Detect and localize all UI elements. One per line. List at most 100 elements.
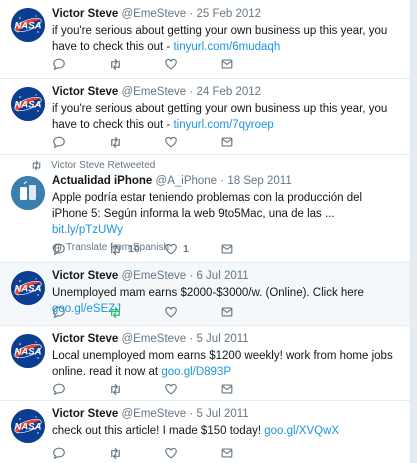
avatar[interactable]: [11, 271, 45, 305]
separator: ·: [189, 8, 194, 20]
like-button[interactable]: [164, 446, 220, 460]
direct-message-button[interactable]: [220, 242, 234, 256]
like-icon: [164, 57, 178, 71]
like-button[interactable]: [164, 135, 220, 149]
like-icon: [164, 446, 178, 460]
separator: ·: [189, 270, 194, 282]
tweet[interactable]: Victor Steve @EmeSteve · 24 Feb 2012 if …: [0, 79, 410, 155]
separator: ·: [189, 86, 194, 98]
like-button[interactable]: 1: [164, 242, 220, 256]
nasa-logo-icon: [11, 409, 45, 443]
retweet-button[interactable]: [108, 57, 164, 72]
retweet-button[interactable]: 10: [108, 242, 164, 257]
tweet-date[interactable]: 24 Feb 2012: [196, 86, 261, 98]
message-icon: [220, 305, 234, 319]
tweet[interactable]: Victor Steve @EmeSteve · 25 Feb 2012 if …: [0, 0, 410, 79]
tweet-text: check out this article! I made $150 toda…: [52, 423, 400, 439]
retweet-icon: [30, 159, 43, 172]
reply-icon: [52, 382, 66, 396]
direct-message-button[interactable]: [220, 446, 234, 460]
author-handle[interactable]: @EmeSteve: [121, 333, 186, 345]
reply-button[interactable]: [52, 446, 108, 460]
tweet-link[interactable]: bit.ly/pTzUWy: [52, 224, 123, 236]
separator: ·: [189, 408, 194, 420]
tweet-link[interactable]: goo.gl/XVQwX: [264, 425, 339, 437]
like-icon: [164, 305, 178, 319]
reply-button[interactable]: [52, 242, 108, 256]
avatar[interactable]: [11, 334, 45, 368]
tweet[interactable]: Victor Steve @EmeSteve · 6 Jul 2011 Unem…: [0, 263, 410, 326]
retweet-icon: [108, 446, 123, 461]
retweet-button[interactable]: [108, 305, 164, 320]
like-count: 1: [183, 243, 189, 255]
like-icon: [164, 135, 178, 149]
tweet-body: Unemployed mam earns $2000-$3000/w. (Onl…: [52, 287, 364, 299]
like-icon: [164, 382, 178, 396]
author-handle[interactable]: @A_iPhone: [156, 175, 218, 187]
author-handle[interactable]: @EmeSteve: [121, 8, 186, 20]
direct-message-button[interactable]: [220, 135, 234, 149]
nasa-logo-icon: [11, 8, 45, 42]
tweet-date[interactable]: 18 Sep 2011: [227, 175, 291, 187]
message-icon: [220, 382, 234, 396]
avatar[interactable]: [11, 87, 45, 121]
author-name[interactable]: Victor Steve: [52, 333, 118, 345]
author-name[interactable]: Victor Steve: [52, 86, 118, 98]
tweet-timeline: Victor Steve @EmeSteve · 25 Feb 2012 if …: [0, 0, 411, 463]
reply-icon: [52, 305, 66, 319]
direct-message-button[interactable]: [220, 305, 234, 319]
reply-icon: [52, 57, 66, 71]
reply-icon: [52, 135, 66, 149]
retweet-button[interactable]: [108, 446, 164, 461]
like-button[interactable]: [164, 57, 220, 71]
direct-message-button[interactable]: [220, 57, 234, 71]
author-name[interactable]: Victor Steve: [52, 270, 118, 282]
nasa-logo-icon: [11, 87, 45, 121]
retweeted-label[interactable]: Victor Steve Retweeted: [51, 160, 155, 171]
like-button[interactable]: [164, 382, 220, 396]
reply-button[interactable]: [52, 57, 108, 71]
tweet-link[interactable]: tinyurl.com/6mudaqh: [173, 41, 280, 53]
nasa-logo-icon: [11, 271, 45, 305]
tweet-date[interactable]: 5 Jul 2011: [196, 333, 248, 345]
avatar[interactable]: [11, 176, 45, 210]
avatar[interactable]: [11, 8, 45, 42]
retweet-icon: [108, 305, 123, 320]
avatar[interactable]: [11, 409, 45, 443]
tweet-body: check out this article! I made $150 toda…: [52, 425, 262, 437]
retweet-button[interactable]: [108, 135, 164, 150]
reply-icon: [52, 242, 66, 256]
actualidad-iphone-logo-icon: [11, 176, 45, 210]
tweet-link[interactable]: tinyurl.com/7qyroep: [173, 119, 273, 131]
like-button[interactable]: [164, 305, 220, 319]
tweet-date[interactable]: 5 Jul 2011: [196, 408, 248, 420]
direct-message-button[interactable]: [220, 382, 234, 396]
tweet-text: if you're serious about getting your own…: [52, 23, 400, 55]
retweeted-notice: Victor Steve Retweeted: [30, 159, 155, 172]
tweet[interactable]: Victor Steve @EmeSteve · 5 Jul 2011 chec…: [0, 401, 410, 463]
retweet-count: 10: [128, 243, 140, 255]
tweet[interactable]: Victor Steve @EmeSteve · 5 Jul 2011 Loca…: [0, 326, 410, 401]
author-handle[interactable]: @EmeSteve: [121, 270, 186, 282]
author-handle[interactable]: @EmeSteve: [121, 86, 186, 98]
tweet-date[interactable]: 6 Jul 2011: [196, 270, 248, 282]
separator: ·: [220, 175, 225, 187]
reply-button[interactable]: [52, 382, 108, 396]
author-name[interactable]: Actualidad iPhone: [52, 175, 152, 187]
message-icon: [220, 446, 234, 460]
author-name[interactable]: Victor Steve: [52, 408, 118, 420]
reply-button[interactable]: [52, 305, 108, 319]
tweet[interactable]: Victor Steve Retweeted Actualidad iPhone…: [0, 155, 410, 263]
author-handle[interactable]: @EmeSteve: [121, 408, 186, 420]
author-name[interactable]: Victor Steve: [52, 8, 118, 20]
tweet-text: Local unemployed mom earns $1200 weekly!…: [52, 348, 400, 380]
tweet-link[interactable]: goo.gl/D893P: [161, 366, 231, 378]
retweet-icon: [108, 57, 123, 72]
retweet-button[interactable]: [108, 382, 164, 397]
retweet-icon: [108, 382, 123, 397]
message-icon: [220, 135, 234, 149]
tweet-date[interactable]: 25 Feb 2012: [196, 8, 261, 20]
retweet-icon: [108, 135, 123, 150]
message-icon: [220, 242, 234, 256]
reply-button[interactable]: [52, 135, 108, 149]
